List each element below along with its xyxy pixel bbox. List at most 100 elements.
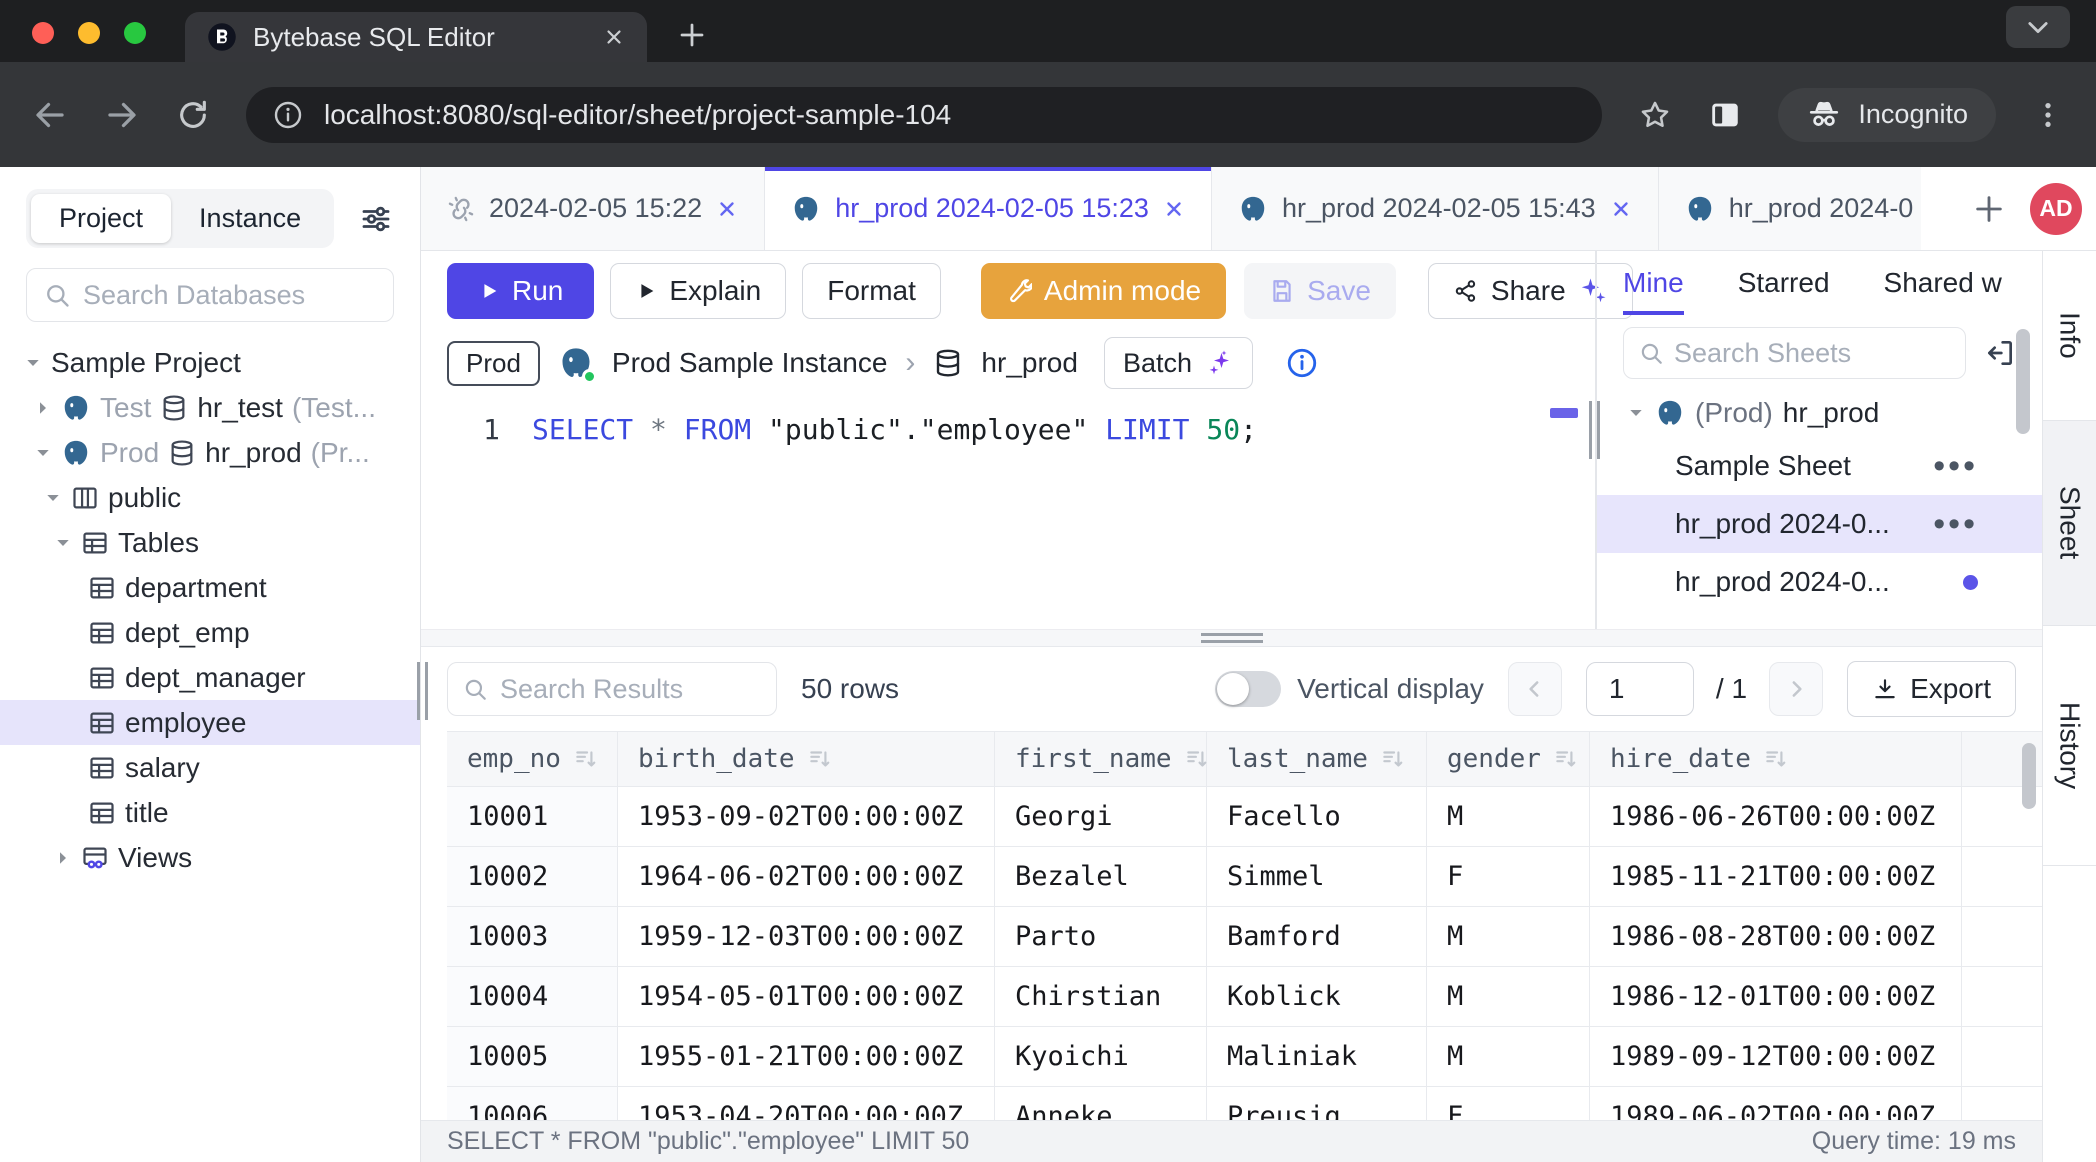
table-cell[interactable]: F [1427, 1087, 1590, 1120]
results-splitter[interactable] [421, 629, 2042, 647]
table-row[interactable]: 100041954-05-01T00:00:00ZChirstianKoblic… [447, 967, 2042, 1027]
table-cell[interactable]: 1964-06-02T00:00:00Z [618, 847, 995, 906]
new-worksheet-button[interactable] [1972, 192, 2006, 226]
tab-instance[interactable]: Instance [171, 194, 329, 243]
tab-mine[interactable]: Mine [1623, 267, 1684, 315]
collapse-panel-icon[interactable] [1984, 337, 2016, 369]
table-cell[interactable]: 1989-09-12T00:00:00Z [1590, 1027, 1962, 1086]
more-menu-icon[interactable]: ••• [1933, 514, 1978, 534]
tree-item-views[interactable]: Views [0, 835, 420, 880]
window-close-button[interactable] [32, 22, 54, 44]
browser-menu-icon[interactable] [2032, 99, 2064, 131]
table-cell[interactable]: Maliniak [1207, 1027, 1427, 1086]
worksheet-tab[interactable]: hr_prod 2024-0 [1659, 167, 1921, 250]
column-header-birth_date[interactable]: birth_date [618, 732, 995, 786]
tree-item-title[interactable]: title [0, 790, 420, 835]
table-cell[interactable]: 1989-06-02T00:00:00Z [1590, 1087, 1962, 1120]
tree-item-hr-test[interactable]: Testhr_test(Test... [0, 385, 420, 430]
worksheet-tab[interactable]: hr_prod 2024-02-05 15:43 [1212, 167, 1659, 250]
database-name[interactable]: hr_prod [981, 347, 1078, 379]
page-input[interactable] [1586, 662, 1694, 716]
instance-name[interactable]: Prod Sample Instance [612, 347, 888, 379]
column-header-first_name[interactable]: first_name [995, 732, 1207, 786]
table-cell[interactable]: 10005 [447, 1027, 618, 1086]
window-zoom-button[interactable] [124, 22, 146, 44]
tab-search-button[interactable] [2006, 6, 2070, 48]
table-cell[interactable]: F [1427, 847, 1590, 906]
more-menu-icon[interactable]: ••• [1933, 456, 1978, 476]
browser-new-tab-button[interactable] [677, 20, 707, 50]
user-avatar[interactable]: AD [2030, 183, 2082, 235]
tree-item-hr-prod[interactable]: Prodhr_prod(Pr... [0, 430, 420, 475]
bookmark-star-icon[interactable] [1638, 98, 1672, 132]
tree-item-public[interactable]: public [0, 475, 420, 520]
window-minimize-button[interactable] [78, 22, 100, 44]
table-cell[interactable]: Facello [1207, 787, 1427, 846]
table-cell[interactable]: 10006 [447, 1087, 618, 1120]
sheet-item[interactable]: Sample Sheet••• [1597, 437, 2042, 495]
tree-item-dept-emp[interactable]: dept_emp [0, 610, 420, 655]
table-cell[interactable]: M [1427, 787, 1590, 846]
admin-mode-button[interactable]: Admin mode [981, 263, 1226, 319]
table-row[interactable]: 100051955-01-21T00:00:00ZKyoichiMaliniak… [447, 1027, 2042, 1087]
table-cell[interactable]: M [1427, 1027, 1590, 1086]
tab-info[interactable]: Info [2043, 251, 2096, 421]
table-row[interactable]: 100031959-12-03T00:00:00ZPartoBamfordM19… [447, 907, 2042, 967]
table-cell[interactable]: 1953-04-20T00:00:00Z [618, 1087, 995, 1120]
side-panel-icon[interactable] [1708, 98, 1742, 132]
results-search[interactable] [447, 662, 777, 716]
sheets-group-header[interactable]: (Prod)hr_prod [1597, 389, 2042, 437]
results-search-input[interactable] [500, 674, 762, 705]
sheet-item[interactable]: hr_prod 2024-0...••• [1597, 495, 2042, 553]
table-row[interactable]: 100061953-04-20T00:00:00ZAnnekePreusigF1… [447, 1087, 2042, 1120]
column-header-last_name[interactable]: last_name [1207, 732, 1427, 786]
database-search[interactable] [26, 268, 394, 322]
sheet-item[interactable]: hr_prod 2024-0... [1597, 553, 2042, 611]
forward-icon[interactable] [104, 97, 140, 133]
table-cell[interactable]: Anneke [995, 1087, 1207, 1120]
tab-sheet[interactable]: Sheet [2043, 421, 2096, 626]
table-cell[interactable]: 1985-11-21T00:00:00Z [1590, 847, 1962, 906]
reload-icon[interactable] [176, 98, 210, 132]
code-editor[interactable]: 1 SELECT * FROM "public"."employee" LIMI… [421, 403, 1595, 629]
info-circle-icon[interactable] [1285, 346, 1319, 380]
tree-item-tables[interactable]: Tables [0, 520, 420, 565]
sheets-scrollbar[interactable] [2016, 329, 2030, 434]
browser-tab[interactable]: Bytebase SQL Editor [185, 12, 647, 62]
table-cell[interactable]: M [1427, 967, 1590, 1026]
table-cell[interactable]: 1953-09-02T00:00:00Z [618, 787, 995, 846]
editor-scroll-indicator[interactable] [1550, 408, 1578, 418]
table-cell[interactable]: Parto [995, 907, 1207, 966]
sidebar-resize-handle[interactable] [417, 662, 428, 720]
table-cell[interactable]: 1954-05-01T00:00:00Z [618, 967, 995, 1026]
table-cell[interactable]: Bamford [1207, 907, 1427, 966]
sheet-item[interactable]: hr_prod 2024-0... [1597, 611, 2042, 629]
worksheet-tab-close-icon[interactable] [1163, 198, 1185, 220]
url-bar[interactable]: localhost:8080/sql-editor/sheet/project-… [246, 87, 1602, 143]
filter-sliders-icon[interactable] [358, 201, 394, 237]
prev-page-button[interactable] [1508, 662, 1562, 716]
tree-item-sample-project[interactable]: Sample Project [0, 340, 420, 385]
save-button[interactable]: Save [1244, 263, 1396, 319]
worksheet-tab[interactable]: hr_prod 2024-02-05 15:23 [765, 167, 1212, 250]
table-cell[interactable]: 1986-08-28T00:00:00Z [1590, 907, 1962, 966]
table-cell[interactable]: 1959-12-03T00:00:00Z [618, 907, 995, 966]
tree-item-department[interactable]: department [0, 565, 420, 610]
sheets-search-input[interactable] [1674, 338, 1951, 369]
table-cell[interactable]: 10003 [447, 907, 618, 966]
table-cell[interactable]: 10001 [447, 787, 618, 846]
next-page-button[interactable] [1769, 662, 1823, 716]
worksheet-tab-close-icon[interactable] [1610, 198, 1632, 220]
results-scrollbar[interactable] [2022, 743, 2036, 809]
export-button[interactable]: Export [1847, 661, 2016, 717]
site-info-icon[interactable] [272, 99, 304, 131]
table-cell[interactable]: Bezalel [995, 847, 1207, 906]
table-cell[interactable]: 10004 [447, 967, 618, 1026]
sheets-search[interactable] [1623, 327, 1966, 379]
back-icon[interactable] [32, 97, 68, 133]
explain-button[interactable]: Explain [610, 263, 786, 319]
run-button[interactable]: Run [447, 263, 594, 319]
table-cell[interactable]: 1986-06-26T00:00:00Z [1590, 787, 1962, 846]
table-cell[interactable]: 1955-01-21T00:00:00Z [618, 1027, 995, 1086]
table-cell[interactable]: Simmel [1207, 847, 1427, 906]
